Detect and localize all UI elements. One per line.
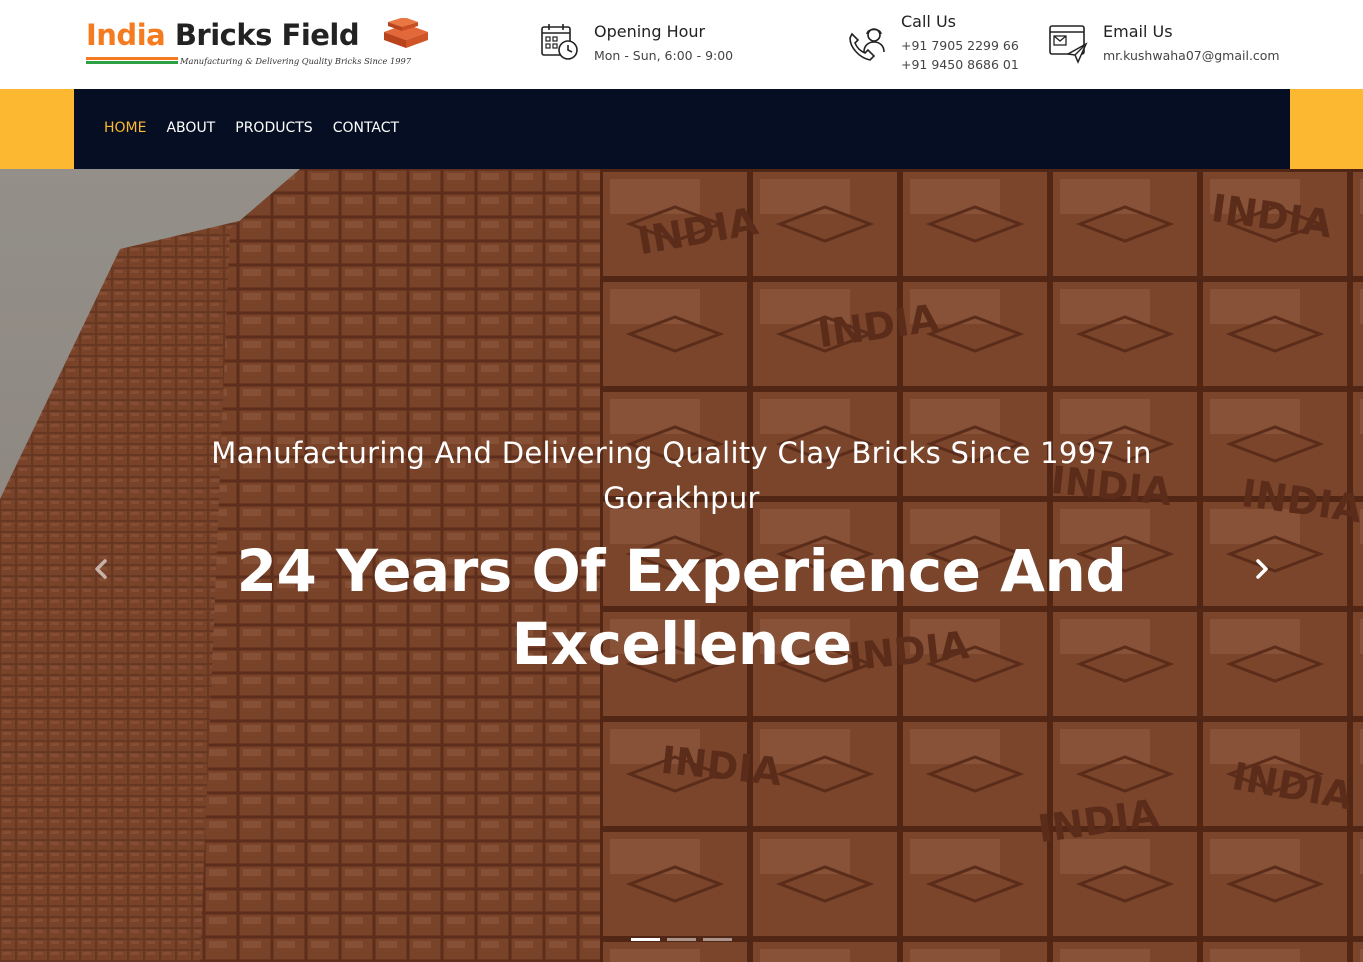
phone-support-icon <box>849 28 885 61</box>
email-address[interactable]: mr.kushwaha07@gmail.com <box>1103 48 1280 63</box>
phone-number-2[interactable]: +91 9450 8686 01 <box>901 57 1019 72</box>
nav-contact[interactable]: CONTACT <box>333 120 399 136</box>
nav-products[interactable]: PRODUCTS <box>235 120 312 136</box>
call-us-title: Call Us <box>901 12 956 31</box>
nav-about[interactable]: ABOUT <box>166 120 215 136</box>
logo-word-bricks-field: Bricks Field <box>174 18 360 52</box>
logo[interactable]: India Bricks Field Manufacturing & Deliv… <box>86 18 436 68</box>
logo-word-india: India <box>86 18 166 52</box>
logo-tagline: Manufacturing & Delivering Quality Brick… <box>180 56 412 66</box>
slider-next-arrow-icon[interactable] <box>1250 555 1274 583</box>
logo-stripe-orange <box>86 57 178 60</box>
hero-slider: INDIA INDIA INDIA INDIA INDIA INDIA INDIA INDIA… <box>0 169 1363 962</box>
slider-dot-2[interactable] <box>667 938 696 941</box>
slider-dot-1[interactable] <box>631 938 660 941</box>
calendar-clock-icon <box>541 24 578 60</box>
opening-hours-title: Opening Hour <box>594 22 706 41</box>
opening-hours-value: Mon - Sun, 6:00 - 9:00 <box>594 48 734 63</box>
bricks-logo-icon <box>384 18 428 48</box>
logo-text: India Bricks Field <box>86 18 360 52</box>
slider-prev-arrow-icon[interactable] <box>89 555 113 583</box>
email-send-icon <box>1049 25 1088 64</box>
nav-home[interactable]: HOME <box>104 120 146 136</box>
logo-stripe-green <box>86 61 178 64</box>
top-header: India Bricks Field Manufacturing & Deliv… <box>0 0 1363 89</box>
phone-number-1[interactable]: +91 7905 2299 66 <box>901 38 1019 53</box>
slider-indicators <box>631 938 739 941</box>
hero-title: 24 Years Of Experience And Excellence <box>236 537 1127 678</box>
hero-subtitle: Manufacturing And Delivering Quality Cla… <box>211 436 1152 515</box>
main-nav: HOME ABOUT PRODUCTS CONTACT <box>74 89 1290 169</box>
slider-dot-3[interactable] <box>703 938 732 941</box>
nav-band: HOME ABOUT PRODUCTS CONTACT <box>0 89 1363 169</box>
email-us-title: Email Us <box>1103 22 1173 41</box>
